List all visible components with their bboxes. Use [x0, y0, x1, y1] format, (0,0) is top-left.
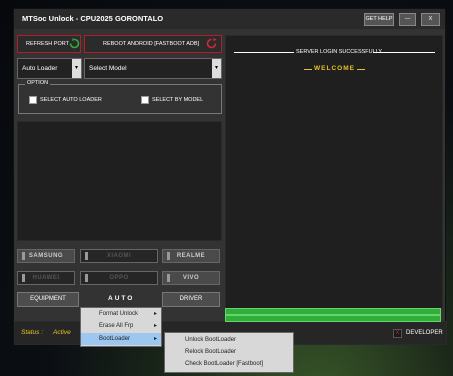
option-group-title: OPTION [25, 80, 51, 86]
auto-loader-checkbox[interactable] [29, 96, 37, 104]
oppo-button[interactable]: OPPO [80, 271, 158, 285]
reboot-android-button[interactable]: REBOOT ANDROID [FASTBOOT ADB] [84, 35, 222, 53]
realme-button[interactable]: REALME [162, 249, 220, 263]
status-label: Status : [21, 329, 44, 336]
by-model-checkbox[interactable] [141, 96, 149, 104]
progress-bar-2 [225, 315, 441, 322]
xiaomi-button[interactable]: XIAOMI [80, 249, 158, 263]
power-reset-icon [206, 38, 217, 51]
refresh-port-button[interactable]: REFRESH PORT [17, 35, 81, 53]
chevron-down-icon: ▾ [72, 59, 81, 78]
vivo-button[interactable]: VIVO [162, 271, 220, 285]
model-select-value: Select Model [89, 65, 127, 72]
menu-item-label: BootLoader [99, 336, 131, 342]
chevron-right-icon: ▸ [153, 311, 157, 317]
vivo-label: VIVO [182, 275, 200, 281]
realme-label: REALME [176, 253, 206, 259]
context-menu: Format Unlock ▸ Erase All Frp ▸ BootLoad… [80, 307, 162, 347]
chevron-right-icon: ▸ [153, 336, 157, 342]
option-group: OPTION SELECT AUTO LOADER SELECT BY MODE… [18, 80, 222, 114]
auto-button[interactable]: AUTO [108, 295, 134, 302]
by-model-label: SELECT BY MODEL [152, 97, 204, 103]
driver-button[interactable]: DRIVER [162, 292, 220, 307]
developer-icon: X [393, 329, 402, 338]
menu-item-erase-frp[interactable]: Erase All Frp ▸ [81, 320, 161, 332]
menu-item-label: Unlock BootLoader [185, 337, 237, 343]
server-log-panel: SERVER LOGIN SUCCESSFULLY WELCOME [225, 35, 443, 309]
divider-line [357, 69, 365, 70]
xiaomi-label: XIAOMI [106, 253, 132, 259]
divider-line [304, 69, 312, 70]
developer-label[interactable]: DEVELOPER [406, 330, 443, 336]
equipment-button[interactable]: EQUIPMENT [17, 292, 79, 307]
menu-item-bootloader[interactable]: BootLoader ▸ [81, 333, 161, 345]
reboot-android-label: REBOOT ANDROID [FASTBOOT ADB] [103, 41, 200, 47]
welcome-text: WELCOME [314, 65, 355, 72]
server-login-message: SERVER LOGIN SUCCESSFULLY [296, 49, 382, 55]
samsung-button[interactable]: SAMSUNG [17, 249, 75, 263]
toggle-indicator-icon [85, 274, 88, 282]
title-bar: MTSoc Unlock - CPU2025 GORONTALO GET HEL… [14, 9, 445, 29]
menu-item-relock-bootloader[interactable]: Relock BootLoader [165, 346, 293, 358]
toggle-indicator-icon [22, 252, 25, 260]
minimize-button[interactable]: — [399, 13, 416, 26]
model-select[interactable]: Select Model ▾ [84, 58, 222, 79]
toggle-indicator-icon [167, 274, 170, 282]
oppo-label: OPPO [109, 275, 129, 281]
divider-line [234, 52, 294, 53]
refresh-icon [69, 38, 80, 51]
refresh-port-label: REFRESH PORT [26, 41, 69, 47]
menu-item-label: Format Unlock [99, 311, 139, 317]
loader-select[interactable]: Auto Loader ▾ [17, 58, 82, 79]
auto-loader-label: SELECT AUTO LOADER [40, 97, 102, 103]
toggle-indicator-icon [22, 274, 25, 282]
menu-item-label: Relock BootLoader [185, 349, 237, 355]
status-value: Active [53, 329, 71, 336]
get-help-button[interactable]: GET HELP [364, 13, 394, 26]
menu-item-check-bootloader[interactable]: Check BootLoader [Fastboot] [165, 358, 293, 370]
menu-item-label: Check BootLoader [Fastboot] [185, 361, 264, 367]
window-title: MTSoc Unlock - CPU2025 GORONTALO [22, 14, 164, 23]
divider-line [373, 52, 435, 53]
menu-item-format-unlock[interactable]: Format Unlock ▸ [81, 308, 161, 320]
close-button[interactable]: X [421, 13, 440, 26]
main-window: MTSoc Unlock - CPU2025 GORONTALO GET HEL… [13, 8, 447, 345]
chevron-right-icon: ▸ [153, 323, 157, 329]
huawei-button[interactable]: HUAWEI [17, 271, 75, 285]
bootloader-submenu: Unlock BootLoader Relock BootLoader Chec… [164, 332, 294, 373]
toggle-indicator-icon [85, 252, 88, 260]
huawei-label: HUAWEI [32, 275, 60, 281]
toggle-indicator-icon [167, 252, 170, 260]
samsung-label: SAMSUNG [28, 253, 64, 259]
menu-item-unlock-bootloader[interactable]: Unlock BootLoader [165, 334, 293, 346]
progress-bar-1 [225, 308, 441, 315]
loader-select-value: Auto Loader [22, 65, 58, 72]
chevron-down-icon: ▾ [212, 59, 221, 78]
menu-item-label: Erase All Frp [99, 323, 134, 329]
left-log-panel [17, 121, 222, 241]
